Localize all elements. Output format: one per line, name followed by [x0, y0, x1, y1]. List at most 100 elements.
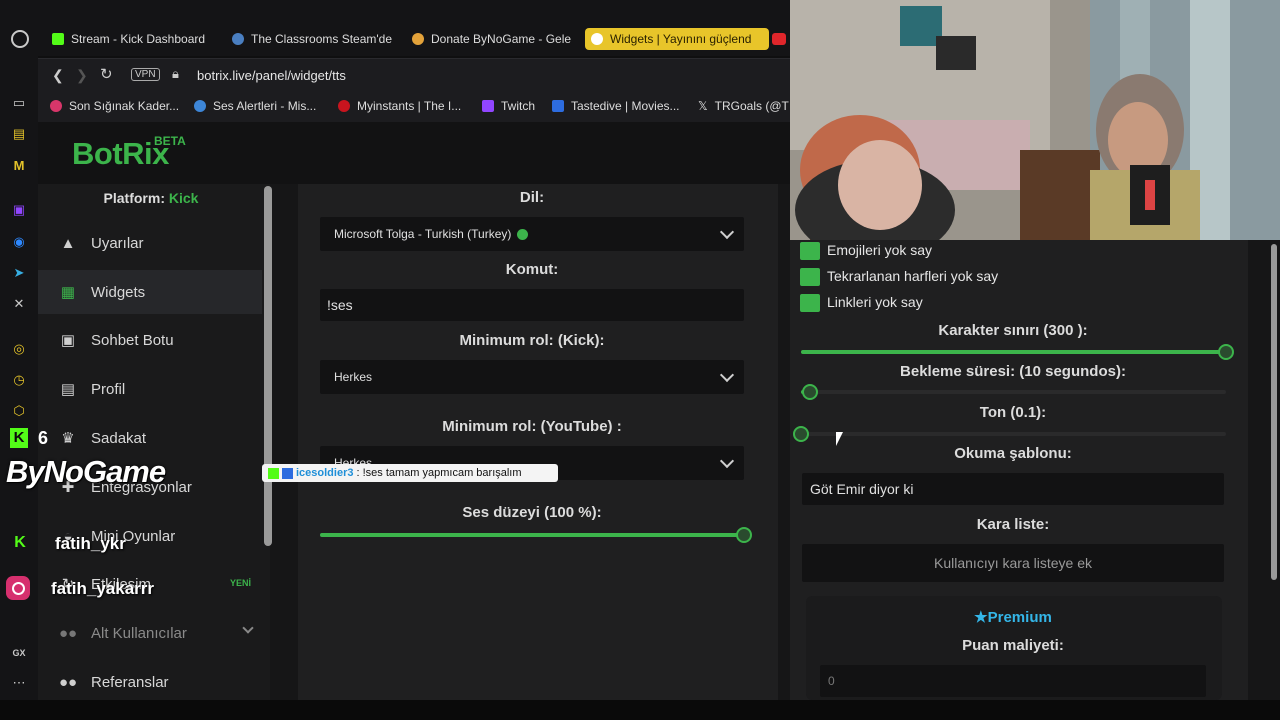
new-badge: YENİ [230, 578, 252, 588]
tab-steam[interactable]: The Classrooms Steam'de [232, 28, 397, 50]
history-icon[interactable]: ◷ [10, 371, 28, 389]
char-limit-slider-fill [801, 350, 1226, 354]
bookmark-item[interactable]: 𝕏 TRGoals (@T [698, 99, 789, 113]
language-select[interactable]: Microsoft Tolga - Turkish (Turkey) [320, 217, 744, 251]
tab-botrix-widgets[interactable]: Widgets | Yayınını güçlend [585, 28, 769, 50]
checkbox-ignore-emojis[interactable] [800, 242, 820, 260]
blacklist-add-input[interactable]: Kullanıcıyı kara listeye ek [802, 544, 1224, 582]
checkbox-label: Linkleri yok say [827, 294, 923, 310]
reading-template-input[interactable]: Göt Emir diyor ki [802, 473, 1224, 505]
bookmark-icon [338, 100, 350, 112]
command-input[interactable]: !ses [320, 289, 744, 321]
page-scrollbar[interactable] [1271, 244, 1277, 580]
youtube-icon[interactable] [772, 33, 786, 45]
chevron-down-icon [719, 224, 735, 240]
beta-badge: BETA [154, 134, 186, 148]
char-limit-slider-handle[interactable] [1218, 344, 1234, 360]
checkbox-label: Tekrarlanan harfleri yok say [827, 268, 999, 284]
profile-card-icon: ▤ [60, 381, 76, 398]
extensions-icon[interactable]: ⬡ [10, 402, 28, 420]
instagram-handle: fatih_yakarrr [51, 579, 155, 598]
char-limit-label: Karakter sınırı (300 ): [938, 322, 1088, 339]
chat-username: icesoldier3 [296, 467, 354, 479]
checkbox-ignore-links[interactable] [800, 294, 820, 312]
kick-icon [268, 467, 279, 479]
chevron-down-icon [719, 367, 735, 383]
bookmarks-bar: Son Sığınak Kader... Ses Alertleri - Mis… [38, 92, 790, 122]
webcam-scene [790, 0, 1280, 240]
gx-icon[interactable]: GX [10, 644, 28, 662]
tab-kick-dashboard[interactable]: Stream - Kick Dashboard [52, 28, 217, 50]
player-icon[interactable]: ◎ [10, 340, 28, 358]
sidebar-item-widgets[interactable]: ▦ Widgets [38, 270, 262, 314]
more-icon[interactable]: ⋯ [10, 674, 28, 692]
brand-bar: BotRix BETA [38, 122, 790, 184]
trophy-icon: ♛ [61, 430, 75, 447]
sidebar-item-profil[interactable]: ▤ Profil [38, 367, 262, 411]
vpn-badge[interactable]: VPN [131, 68, 160, 81]
kick-icon [52, 33, 64, 45]
char-limit-slider[interactable] [801, 344, 1234, 360]
telegram-icon[interactable]: ➤ [10, 264, 28, 282]
sidebar-item-sohbet-botu[interactable]: ▣ Sohbet Botu [38, 318, 262, 362]
url-field[interactable]: botrix.live/panel/widget/tts [197, 68, 346, 83]
referral-icon: ●● [58, 673, 78, 691]
address-bar: ❮ ❯ ↻ VPN 🔒︎ botrix.live/panel/widget/tt… [38, 58, 790, 93]
min-role-kick-label: Minimum rol: (Kick): [459, 332, 605, 349]
volume-slider[interactable] [320, 527, 752, 543]
premium-heading: ★Premium [974, 609, 1052, 626]
widgets-icon: ▦ [60, 284, 76, 301]
webcam-feed [790, 0, 1280, 240]
x-icon[interactable]: ✕ [10, 295, 28, 313]
volume-slider-handle[interactable] [736, 527, 752, 543]
steam-icon [232, 33, 244, 45]
bookmark-item[interactable]: Myinstants | The I... [338, 99, 461, 113]
bookmark-item[interactable]: Tastedive | Movies... [552, 99, 680, 113]
reading-template-label: Okuma şablonu: [954, 445, 1072, 462]
tone-slider[interactable] [793, 426, 1226, 442]
chat-message-overlay: icesoldier3 : !ses tamam yapmıcam barışa… [262, 464, 558, 482]
back-icon[interactable]: ❮ [52, 67, 64, 84]
sidebar-item-alt-kullanicilar[interactable]: ●● Alt Kullanıcılar [38, 611, 262, 655]
x-icon: 𝕏 [698, 99, 708, 113]
opera-logo-icon[interactable] [11, 30, 29, 48]
chat-text: : !ses tamam yapmıcam barışalım [356, 467, 522, 479]
blacklist-label: Kara liste: [976, 516, 1050, 533]
bookmark-item[interactable]: Son Sığınak Kader... [50, 99, 179, 113]
min-role-youtube-label: Minimum rol: (YouTube) : [442, 418, 622, 435]
status-dot-icon [517, 228, 529, 240]
twitch-icon[interactable]: ▣ [10, 201, 28, 219]
checkbox-ignore-repeated-letters[interactable] [800, 268, 820, 286]
left-navigation: Platform: Kick ▲ Uyarılar ▦ Widgets ▣ Sohbe… [38, 184, 270, 700]
cooldown-slider[interactable] [801, 384, 1226, 400]
tone-label: Ton (0.1): [979, 404, 1047, 421]
cooldown-label: Bekleme süresi: (10 segundos): [900, 363, 1126, 380]
bookmark-icon [50, 100, 62, 112]
mouse-cursor [836, 432, 843, 446]
tone-slider-handle[interactable] [793, 426, 809, 442]
sidebar-item-referanslar[interactable]: ●● Referanslar [38, 660, 262, 704]
donate-icon [412, 33, 424, 45]
bynogame-logo: ByNoGame [6, 454, 166, 489]
m-app-icon[interactable]: M [10, 156, 28, 174]
badge-icon [282, 467, 293, 479]
bookmark-item[interactable]: Ses Alertleri - Mis... [194, 99, 316, 113]
controller-icon[interactable]: ▭ [10, 94, 28, 112]
notes-icon[interactable]: ▤ [10, 125, 28, 143]
kick-handle: fatih_ykr [55, 534, 126, 553]
bottom-strip [0, 700, 1280, 720]
lock-icon: 🔒︎ [172, 66, 179, 81]
checkbox-label: Emojileri yok say [827, 242, 933, 258]
cooldown-slider-handle[interactable] [801, 384, 818, 400]
sidebar-scrollbar[interactable] [264, 186, 272, 546]
min-role-kick-select[interactable]: Herkes [320, 360, 744, 394]
forward-icon[interactable]: ❯ [76, 67, 88, 84]
tab-donate[interactable]: Donate ByNoGame - Gele [412, 28, 572, 50]
star-icon: ★ [974, 609, 988, 626]
reload-icon[interactable]: ↻ [100, 65, 113, 83]
messenger-icon[interactable]: ◉ [10, 233, 28, 251]
robot-icon: ▣ [60, 332, 76, 349]
sidebar-item-uyarilar[interactable]: ▲ Uyarılar [38, 221, 262, 265]
bookmark-twitch[interactable]: Twitch [482, 99, 535, 113]
points-cost-input[interactable]: 0 [820, 665, 1206, 697]
